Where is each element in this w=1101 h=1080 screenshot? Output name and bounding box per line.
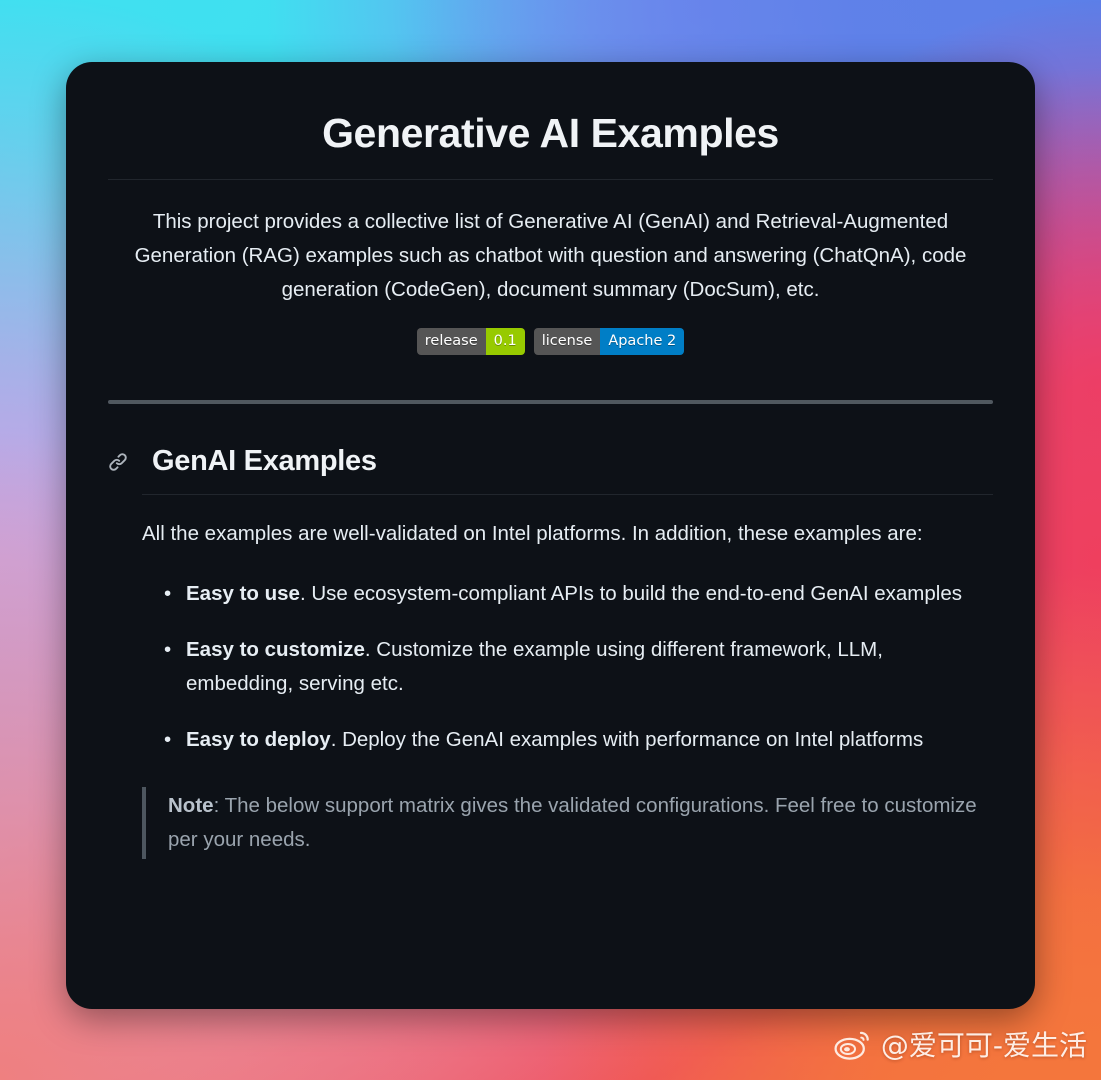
list-item: Easy to customize. Customize the example… [142, 633, 993, 701]
release-badge-value: 0.1 [485, 328, 525, 356]
note-description: : The below support matrix gives the val… [168, 794, 977, 852]
note-blockquote: Note: The below support matrix gives the… [142, 787, 993, 860]
release-badge-label: release [416, 328, 486, 356]
feature-term: Easy to customize [186, 638, 365, 662]
intro-paragraph: This project provides a collective list … [134, 210, 967, 301]
section-title: GenAI Examples [152, 445, 377, 478]
release-badge[interactable]: release 0.1 [416, 328, 525, 356]
section-heading-divider [142, 494, 993, 496]
section-body: All the examples are well-validated on I… [98, 517, 1003, 860]
weibo-icon [834, 1028, 872, 1060]
feature-term: Easy to deploy [186, 728, 331, 752]
feature-description: . Deploy the GenAI examples with perform… [330, 728, 924, 752]
license-badge-value: Apache 2 [600, 328, 685, 356]
readme-card: Generative AI Examples This project prov… [66, 62, 1035, 1009]
section-heading-row: GenAI Examples [98, 404, 1003, 478]
badge-row: release 0.1 license Apache 2 [98, 328, 1003, 356]
feature-term: Easy to use [186, 582, 300, 606]
list-item: Easy to deploy. Deploy the GenAI example… [142, 723, 993, 757]
link-icon[interactable] [108, 452, 128, 472]
list-item: Easy to use. Use ecosystem-compliant API… [142, 577, 993, 611]
feature-list: Easy to use. Use ecosystem-compliant API… [142, 577, 993, 757]
note-term: Note [168, 794, 214, 818]
license-badge-label: license [533, 328, 601, 356]
page-title: Generative AI Examples [322, 110, 779, 156]
license-badge[interactable]: license Apache 2 [533, 328, 685, 356]
watermark: @爱可可-爱生活 [834, 1024, 1087, 1064]
watermark-text: @爱可可-爱生活 [880, 1029, 1087, 1062]
lead-paragraph: All the examples are well-validated on I… [142, 522, 923, 546]
feature-description: . Use ecosystem-compliant APIs to build … [299, 582, 962, 606]
